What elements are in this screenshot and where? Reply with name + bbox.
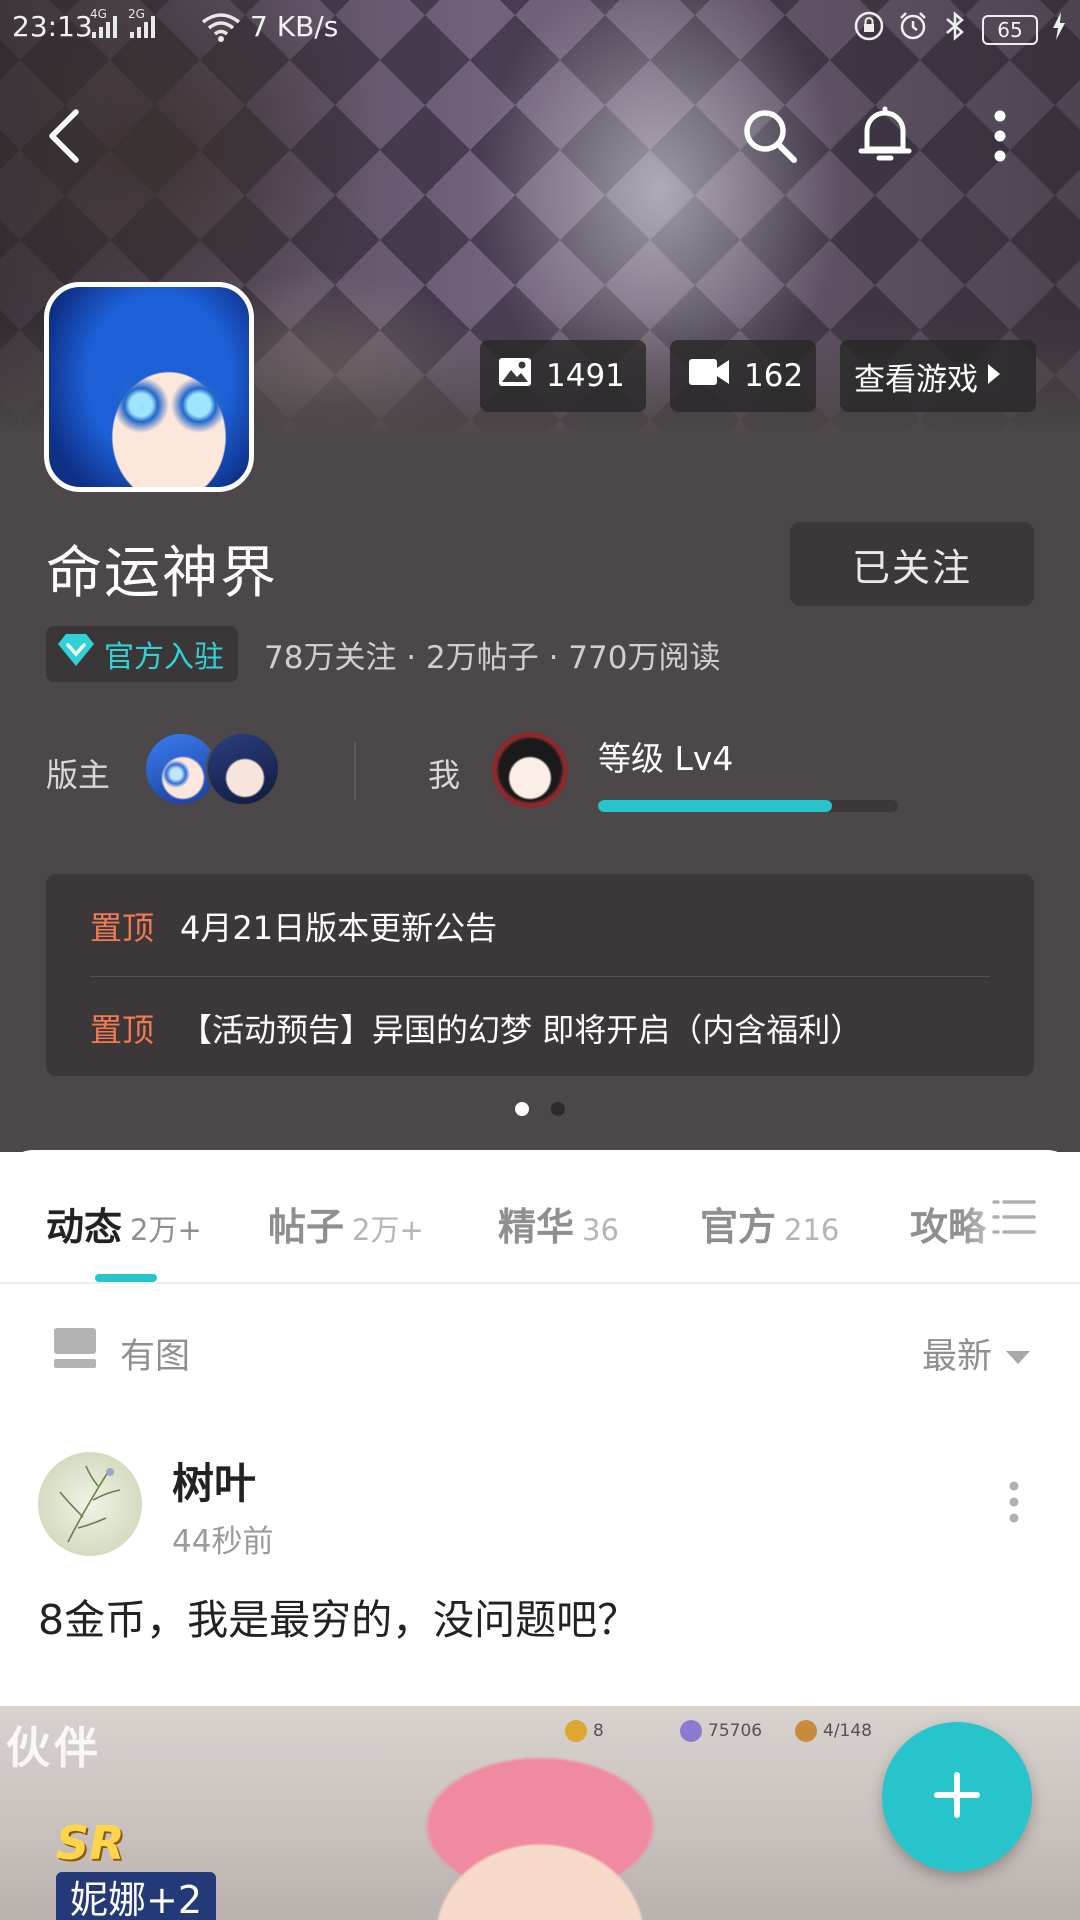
level-progress-bar (598, 800, 898, 812)
images-count-chip[interactable]: 1491 (480, 340, 646, 412)
images-count: 1491 (546, 358, 625, 394)
image-icon (498, 357, 532, 395)
battery-indicator: 65 (982, 14, 1038, 45)
tab-label: 动态 (46, 1205, 123, 1249)
more-options-button[interactable] (960, 98, 1040, 178)
tab-count: 36 (582, 1213, 619, 1247)
pinned-tag: 置顶 (90, 909, 155, 947)
compose-button[interactable] (882, 1722, 1032, 1872)
network-speed: 7 KB/s (250, 10, 339, 43)
plus-icon (933, 1771, 981, 1823)
tab-count: 216 (784, 1213, 840, 1247)
sort-dropdown[interactable]: 最新 (922, 1328, 1030, 1379)
lock-rotation-icon (854, 11, 884, 48)
post-author[interactable]: 树叶 (172, 1450, 256, 1511)
forum-info-section: 命运神界 已关注 官方入驻 78万关注 · 2万帖子 · 770万阅读 版主 我… (0, 432, 1080, 1152)
tab-featured[interactable]: 精华 36 (498, 1196, 619, 1251)
view-game-label: 查看游戏 (854, 361, 978, 398)
me-label: 我 (428, 756, 461, 794)
alarm-icon (898, 11, 928, 48)
image-character-name: 妮娜+2 (56, 1872, 217, 1920)
image-rarity: SR (56, 1816, 125, 1870)
post-more-button[interactable] (990, 1466, 1038, 1542)
more-vertical-icon (990, 110, 1010, 166)
has-image-filter[interactable]: 有图 (120, 1328, 190, 1379)
tab-bar: 动态 2万+ 帖子 2万+ 精华 36 官方 216 攻略 (0, 1150, 1080, 1284)
official-badge-label: 官方入驻 (104, 640, 224, 675)
search-button[interactable] (730, 98, 810, 178)
signal-2g-icon (130, 14, 155, 38)
status-time: 23:13 (12, 10, 93, 43)
view-game-button[interactable]: 查看游戏 (840, 340, 1036, 412)
official-badge: 官方入驻 (46, 626, 238, 682)
signal-4g-icon (92, 14, 117, 38)
tab-count: 2万+ (352, 1213, 424, 1247)
search-icon (740, 106, 800, 170)
tab-indicator (95, 1274, 157, 1282)
image-resource: 75706 (680, 1720, 762, 1742)
tab-label: 帖子 (268, 1205, 345, 1249)
top-navigation (0, 90, 1080, 190)
back-arrow-icon (44, 108, 84, 168)
divider (90, 976, 990, 977)
divider (354, 742, 356, 800)
author-avatar[interactable] (38, 1452, 142, 1556)
moderators-label: 版主 (46, 756, 111, 794)
tab-label: 精华 (498, 1205, 575, 1249)
carousel-dots (0, 1102, 1080, 1116)
tab-posts[interactable]: 帖子 2万+ (268, 1196, 424, 1251)
videos-count: 162 (744, 358, 804, 394)
image-resource: 8 (565, 1720, 604, 1742)
tab-label: 官方 (700, 1205, 777, 1249)
follow-button[interactable]: 已关注 (790, 522, 1034, 606)
pinned-posts: 置顶 4月21日版本更新公告 置顶 【活动预告】异国的幻梦 即将开启（内含福利） (46, 874, 1034, 1076)
charging-icon (1052, 12, 1066, 47)
game-avatar (44, 282, 254, 492)
back-button[interactable] (24, 98, 104, 178)
bluetooth-icon (942, 10, 968, 49)
level-progress-fill (598, 800, 832, 812)
pinned-title: 【活动预告】异国的幻梦 即将开启（内含福利） (180, 1011, 863, 1049)
filter-row: 有图 最新 (0, 1284, 1080, 1404)
pinned-tag: 置顶 (90, 1011, 155, 1049)
list-icon (992, 1198, 1036, 1240)
forum-title: 命运神界 (46, 541, 278, 606)
carousel-dot-active[interactable] (515, 1102, 529, 1116)
tab-activity[interactable]: 动态 2万+ (46, 1196, 202, 1251)
carousel-dot[interactable] (551, 1102, 565, 1116)
play-triangle-icon (986, 358, 1002, 394)
diamond-icon (56, 632, 96, 676)
pinned-post[interactable]: 置顶 4月21日版本更新公告 (90, 896, 497, 956)
status-icons: 65 (854, 10, 1066, 49)
plant-illustration-icon (59, 1465, 121, 1543)
pinned-title: 4月21日版本更新公告 (180, 909, 498, 947)
post-text[interactable]: 8金币，我是最穷的，没问题吧？ (38, 1586, 638, 1646)
level-text: 等级 Lv4 (598, 739, 734, 778)
wifi-icon (200, 12, 242, 46)
caret-down-icon (1006, 1334, 1030, 1374)
status-bar: 23:13 4G 2G 7 KB/s 65 (0, 0, 1080, 56)
pinned-post[interactable]: 置顶 【活动预告】异国的幻梦 即将开启（内含福利） (90, 998, 862, 1058)
has-image-toggle-icon[interactable] (54, 1328, 96, 1368)
bell-icon (855, 105, 915, 171)
image-resource: 4/148 (795, 1720, 872, 1742)
video-camera-icon (688, 357, 730, 395)
tab-official[interactable]: 官方 216 (700, 1196, 839, 1251)
my-avatar[interactable] (492, 732, 568, 808)
more-vertical-icon (1008, 1480, 1020, 1528)
notifications-button[interactable] (845, 98, 925, 178)
moderator-avatar[interactable] (206, 732, 280, 806)
post-time: 44秒前 (172, 1524, 274, 1560)
videos-count-chip[interactable]: 162 (670, 340, 816, 412)
tab-list-button[interactable] (990, 1196, 1038, 1242)
tab-count: 2万+ (130, 1213, 202, 1247)
forum-stats: 78万关注 · 2万帖子 · 770万阅读 (264, 640, 721, 676)
sort-label: 最新 (921, 1337, 992, 1377)
image-title: 伙伴 (6, 1723, 102, 1774)
